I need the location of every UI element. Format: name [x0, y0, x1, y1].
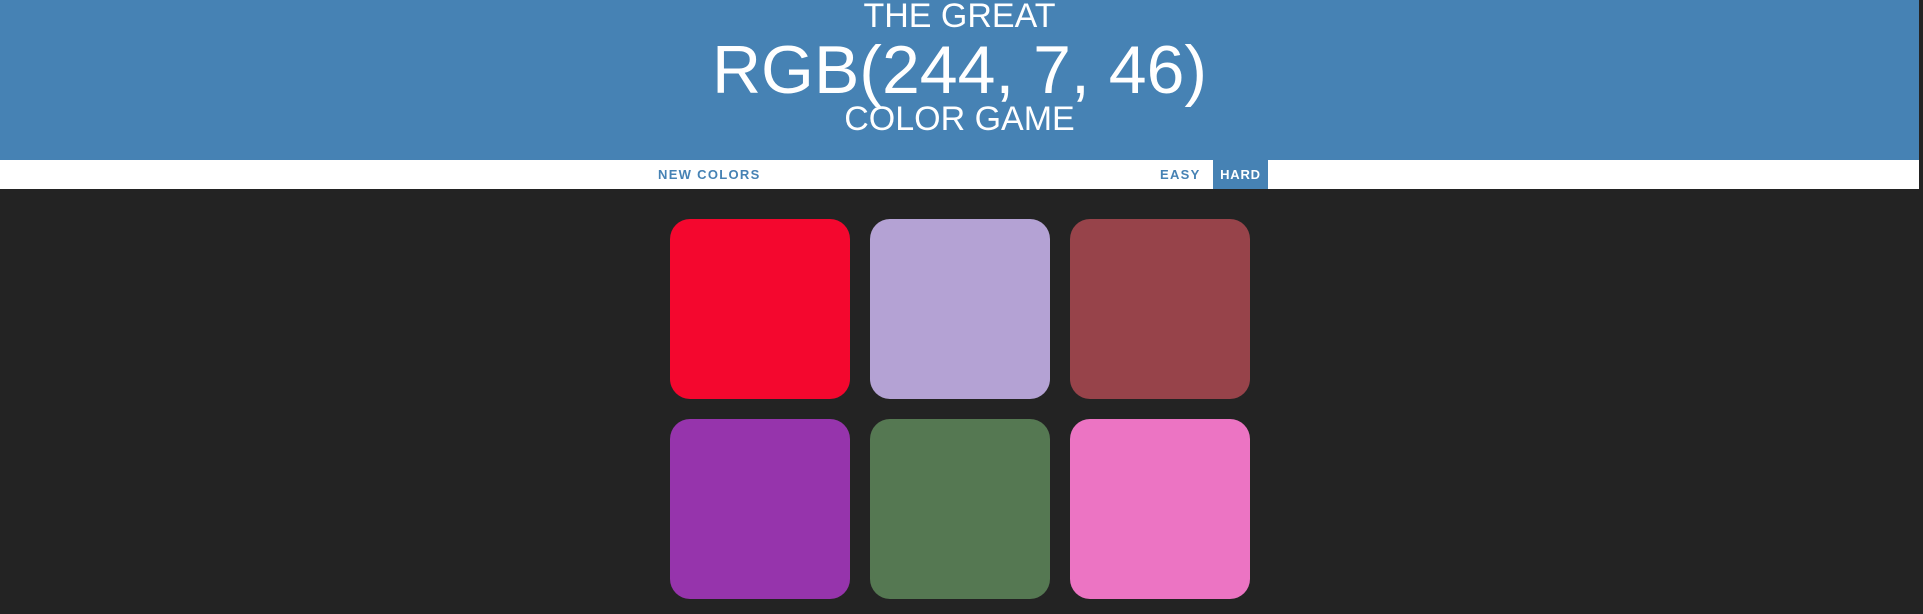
header: THE GREAT RGB(244, 7, 46) COLOR GAME: [0, 0, 1919, 160]
easy-mode-button[interactable]: EASY: [1154, 160, 1207, 189]
page-edge: [1919, 0, 1923, 614]
title-top: THE GREAT: [863, 0, 1056, 35]
color-square-1[interactable]: [670, 219, 850, 399]
color-square-6[interactable]: [1070, 419, 1250, 599]
color-square-4[interactable]: [670, 419, 850, 599]
color-square-5[interactable]: [870, 419, 1050, 599]
control-stripe: NEW COLORS EASY HARD: [0, 160, 1919, 189]
target-rgb-display: RGB(244, 7, 46): [711, 32, 1208, 108]
color-square-2[interactable]: [870, 219, 1050, 399]
title-bottom: COLOR GAME: [844, 100, 1075, 138]
new-colors-button[interactable]: NEW COLORS: [652, 160, 767, 189]
color-board: [670, 219, 1250, 599]
hard-mode-button[interactable]: HARD: [1213, 160, 1268, 189]
color-square-3[interactable]: [1070, 219, 1250, 399]
